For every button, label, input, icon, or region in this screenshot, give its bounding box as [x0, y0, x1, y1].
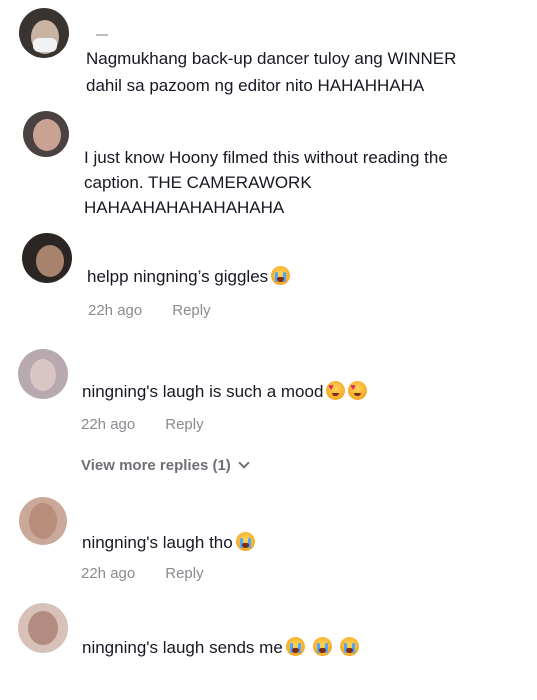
- avatar[interactable]: [19, 8, 69, 58]
- avatar[interactable]: [22, 233, 72, 283]
- loudly-crying-face-icon: [271, 266, 291, 285]
- timestamp: 22h ago: [81, 416, 136, 433]
- heart-eyes-emoji-icon: [348, 381, 368, 400]
- loudly-crying-face-icon: [235, 532, 255, 551]
- comment-text: I just know Hoony filmed this without re…: [84, 148, 448, 217]
- comment-text: ningning's laugh tho: [82, 530, 255, 555]
- heart-eyes-emoji-icon: [326, 381, 346, 400]
- divider: [96, 34, 108, 36]
- comment-text: ningning's laugh is such a mood: [82, 379, 368, 404]
- reply-button[interactable]: Reply: [172, 302, 210, 319]
- comment-meta: 22h ago Reply: [81, 416, 204, 433]
- comment-text: Nagmukhang back-up dancer tuloy ang WINN…: [86, 49, 457, 95]
- loudly-crying-face-icon: [339, 637, 359, 656]
- loudly-crying-face-icon: [285, 637, 305, 656]
- comment-text: ningning's laugh sends me: [82, 635, 359, 660]
- timestamp: 22h ago: [81, 565, 136, 582]
- avatar[interactable]: [23, 111, 69, 157]
- view-more-replies-button[interactable]: View more replies (1): [81, 457, 250, 474]
- avatar[interactable]: [18, 603, 68, 653]
- timestamp: 22h ago: [88, 302, 143, 319]
- comment-text: helpp ningning’s giggles: [87, 264, 291, 289]
- avatar[interactable]: [19, 497, 67, 545]
- comment-meta: 22h ago Reply: [81, 565, 204, 582]
- loudly-crying-face-icon: [312, 637, 332, 656]
- reply-button[interactable]: Reply: [165, 416, 203, 433]
- avatar[interactable]: [18, 349, 68, 399]
- reply-button[interactable]: Reply: [165, 565, 203, 582]
- comment-meta: 22h ago Reply: [88, 302, 211, 319]
- chevron-down-icon: [238, 457, 250, 469]
